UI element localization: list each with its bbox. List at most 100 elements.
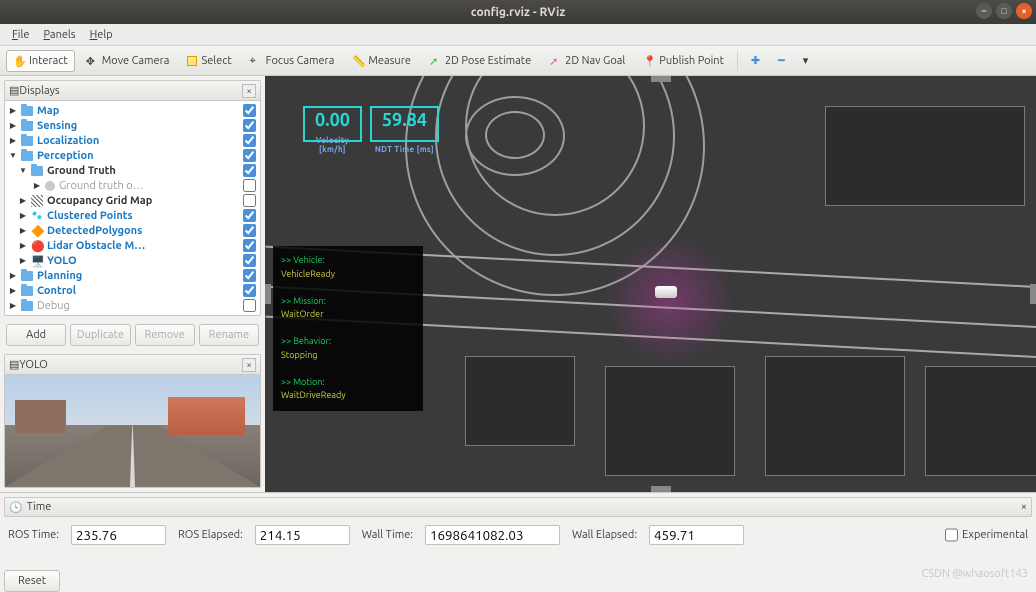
menu-panels[interactable]: Panels xyxy=(37,27,81,43)
displays-header: ▤ Displays × xyxy=(5,81,260,101)
view-handle-bottom[interactable] xyxy=(651,486,671,492)
tree-row[interactable]: ▶Localization xyxy=(5,133,260,148)
expand-icon[interactable]: ▶ xyxy=(19,211,27,220)
add-tool-button[interactable]: ✚ xyxy=(744,50,767,72)
menu-file[interactable]: File xyxy=(6,27,35,43)
close-button[interactable]: × xyxy=(1016,3,1032,19)
duplicate-button[interactable]: Duplicate xyxy=(70,324,130,346)
displays-icon: ▤ xyxy=(9,84,19,97)
visibility-checkbox[interactable] xyxy=(243,194,256,207)
expand-icon[interactable]: ▶ xyxy=(19,241,27,250)
select-button[interactable]: Select xyxy=(180,50,238,72)
tree-row[interactable]: ▼ Ground Truth xyxy=(5,163,260,178)
visibility-checkbox[interactable] xyxy=(243,239,256,252)
publish-point-button[interactable]: 📍 Publish Point xyxy=(636,50,731,72)
visibility-checkbox[interactable] xyxy=(243,149,256,162)
arrow-pink-icon: ➚ xyxy=(549,55,561,67)
visibility-checkbox[interactable] xyxy=(243,299,256,312)
tree-row[interactable]: ▶Ground truth o… xyxy=(5,178,260,193)
menu-help[interactable]: Help xyxy=(84,27,119,43)
wall-time-field[interactable] xyxy=(425,525,560,545)
view-handle-left[interactable] xyxy=(265,284,271,304)
expand-icon[interactable]: ▶ xyxy=(9,271,17,280)
tool-menu-button[interactable]: ▾ xyxy=(796,50,816,72)
minus-icon: ━ xyxy=(778,54,785,67)
expand-icon[interactable]: ▶ xyxy=(19,196,27,205)
tree-row[interactable]: ▼Perception xyxy=(5,148,260,163)
visibility-checkbox[interactable] xyxy=(243,284,256,297)
ego-vehicle-icon xyxy=(655,286,677,298)
pose-estimate-button[interactable]: ➚ 2D Pose Estimate xyxy=(422,50,538,72)
visibility-checkbox[interactable] xyxy=(243,134,256,147)
visibility-checkbox[interactable] xyxy=(243,254,256,267)
visibility-checkbox[interactable] xyxy=(243,269,256,282)
rename-button[interactable]: Rename xyxy=(199,324,259,346)
visibility-checkbox[interactable] xyxy=(243,209,256,222)
window-title: config.rviz - RViz xyxy=(471,6,565,19)
tree-row[interactable]: ▶Map xyxy=(5,103,260,118)
visibility-checkbox[interactable] xyxy=(243,179,256,192)
move-icon: ✥ xyxy=(86,55,98,67)
visibility-checkbox[interactable] xyxy=(243,119,256,132)
perception-overlay xyxy=(605,236,735,366)
move-camera-button[interactable]: ✥ Move Camera xyxy=(79,50,177,72)
add-button[interactable]: Add xyxy=(6,324,66,346)
tree-row[interactable]: ▶Debug xyxy=(5,298,260,313)
tree-row[interactable]: ▶Occupancy Grid Map xyxy=(5,193,260,208)
ros-elapsed-field[interactable] xyxy=(255,525,350,545)
tree-row[interactable]: ▶Clustered Points xyxy=(5,208,260,223)
wall-elapsed-label: Wall Elapsed: xyxy=(572,529,637,541)
measure-button[interactable]: 📏 Measure xyxy=(345,50,418,72)
time-close-button[interactable]: × xyxy=(1021,501,1027,513)
visibility-checkbox[interactable] xyxy=(243,104,256,117)
reset-button[interactable]: Reset xyxy=(4,570,60,592)
tree-row[interactable]: ▶🖥️YOLO xyxy=(5,253,260,268)
visibility-checkbox[interactable] xyxy=(243,164,256,177)
displays-close-button[interactable]: × xyxy=(242,84,256,98)
tree-item-label: Control xyxy=(37,285,243,297)
plus-icon: ✚ xyxy=(751,54,760,67)
view-handle-top[interactable] xyxy=(651,76,671,82)
wall-elapsed-field[interactable] xyxy=(649,525,744,545)
view-handle-right[interactable] xyxy=(1030,284,1036,304)
displays-tree[interactable]: ▶Map▶Sensing▶Localization▼Perception▼Gro… xyxy=(5,101,260,315)
status-overlay: >> Vehicle:VehicleReady >> Mission:WaitO… xyxy=(273,246,423,411)
remove-tool-button[interactable]: ━ xyxy=(771,50,792,72)
focus-icon: ⌖ xyxy=(250,55,262,67)
tree-row[interactable]: ▶🔴Lidar Obstacle M… xyxy=(5,238,260,253)
expand-icon[interactable]: ▶ xyxy=(9,286,17,295)
interact-button[interactable]: ✋ Interact xyxy=(6,50,75,72)
tree-item-label: Sensing xyxy=(37,120,243,132)
experimental-checkbox[interactable] xyxy=(945,525,958,545)
expand-icon[interactable]: ▶ xyxy=(9,136,17,145)
arrow-green-icon: ➚ xyxy=(429,55,441,67)
tree-row[interactable]: ▶🔶DetectedPolygons xyxy=(5,223,260,238)
expand-icon[interactable]: ▶ xyxy=(9,301,17,310)
expand-icon[interactable]: ▼ xyxy=(19,166,27,175)
select-icon xyxy=(187,56,197,66)
remove-button[interactable]: Remove xyxy=(135,324,195,346)
focus-camera-button[interactable]: ⌖ Focus Camera xyxy=(243,50,342,72)
expand-icon[interactable]: ▶ xyxy=(19,256,27,265)
maximize-button[interactable]: □ xyxy=(996,3,1012,19)
nav-goal-button[interactable]: ➚ 2D Nav Goal xyxy=(542,50,632,72)
expand-icon[interactable]: ▶ xyxy=(19,226,27,235)
tree-row[interactable]: ▶Planning xyxy=(5,268,260,283)
yolo-image-view[interactable] xyxy=(5,375,260,487)
ros-time-field[interactable] xyxy=(71,525,166,545)
time-panel: 🕓 Time × ROS Time: ROS Elapsed: Wall Tim… xyxy=(0,492,1036,566)
3d-viewport[interactable]: 0.00 Velocity [km/h] 59.84 NDT Time [ms]… xyxy=(265,76,1036,492)
tree-row[interactable]: ▶ Sensing xyxy=(5,118,260,133)
minimize-button[interactable]: – xyxy=(976,3,992,19)
ndt-box: 59.84 NDT Time [ms] xyxy=(370,106,439,142)
tree-item-label: Ground Truth xyxy=(47,165,243,177)
tree-row[interactable]: ▶ Control xyxy=(5,283,260,298)
visibility-checkbox[interactable] xyxy=(243,224,256,237)
yolo-close-button[interactable]: × xyxy=(242,358,256,372)
expand-icon[interactable]: ▶ xyxy=(33,181,41,190)
expand-icon[interactable]: ▼ xyxy=(9,151,17,160)
experimental-toggle[interactable]: Experimental xyxy=(945,525,1028,545)
pin-icon: 📍 xyxy=(643,55,655,67)
expand-icon[interactable]: ▶ xyxy=(9,121,17,130)
expand-icon[interactable]: ▶ xyxy=(9,106,17,115)
